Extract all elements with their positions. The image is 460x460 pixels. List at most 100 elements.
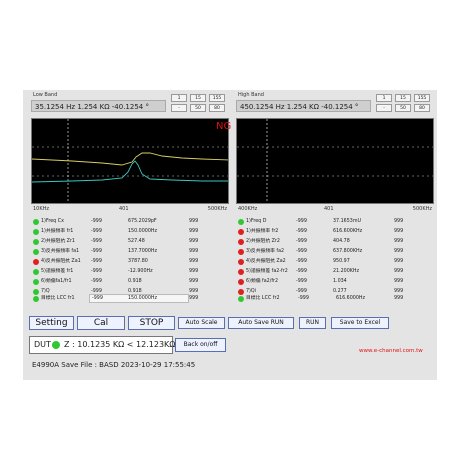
dut-value: Z : 10.1235 KΩ < 12.123KΩ <box>64 340 176 349</box>
param-row: 2)共振阻抗 Zr1 -999 527.48 999 <box>31 237 229 247</box>
judge-min: -999 <box>298 296 309 301</box>
scale-button[interactable]: 15 <box>190 94 206 102</box>
param-name: 2)共振阻抗 Zr2 <box>246 239 280 244</box>
impedance-plot[interactable] <box>31 118 229 204</box>
scale-button[interactable]: 80 <box>414 104 430 112</box>
judge-values: -999 150.0000Hz <box>89 294 189 303</box>
param-name: 2)共振阻抗 Zr1 <box>41 239 75 244</box>
status-dot <box>33 259 39 265</box>
axis-min-label: 10KHz <box>33 206 50 212</box>
scale-button[interactable]: 15 <box>395 94 411 102</box>
x-axis: 10KHz 401 500KHz <box>31 205 229 213</box>
status-dot <box>33 219 39 225</box>
param-name: 1)共振頻率 fr2 <box>246 229 279 234</box>
status-dot <box>33 269 39 275</box>
param-min: -999 <box>91 269 102 274</box>
scale-button[interactable]: 80 <box>209 104 225 112</box>
judge-min: -999 <box>92 296 103 301</box>
param-max: 999 <box>394 259 404 264</box>
param-value: 21.200KHz <box>333 269 360 274</box>
param-row: 4)反共振阻抗 Za1 -999 3787.80 999 <box>31 257 229 267</box>
param-name: 5)諧振頻差 fa2-fr2 <box>246 269 288 274</box>
param-min: -999 <box>296 229 307 234</box>
back-onoff-button[interactable]: Back on/off <box>175 338 226 352</box>
stop-button[interactable]: STOP <box>128 316 175 330</box>
param-name: 6)頻偏 fa2/fr2 <box>246 279 279 284</box>
param-row: 6)頻偏fa1/fr1 -999 0.918 999 <box>31 277 229 287</box>
setting-button[interactable]: Setting <box>29 316 74 330</box>
auto-scale-button[interactable]: Auto Scale <box>178 317 225 329</box>
param-row: 1)Freq D -999 37.1653mU 999 <box>236 217 434 227</box>
param-max: 999 <box>394 249 404 254</box>
param-row: 1)共振頻率 fr2 -999 616.600KHz 999 <box>236 227 434 237</box>
scale-button[interactable]: - <box>171 104 187 112</box>
scale-button[interactable]: 50 <box>190 104 206 112</box>
param-value: 37.1653mU <box>333 219 362 224</box>
judge-label: 目標比 LCC fr2 <box>246 296 280 301</box>
param-min: -999 <box>296 219 307 224</box>
judge-row: 目標比 LCC fr1 -999 150.0000Hz 999 <box>31 294 229 304</box>
axis-mid-label: 401 <box>119 206 129 212</box>
param-value: 527.48 <box>128 239 145 244</box>
scale-buttons: 1 15 155 - 50 80 <box>171 94 227 114</box>
param-name: 3)反共振頻率 fa2 <box>246 249 285 254</box>
param-value: 404.78 <box>333 239 350 244</box>
param-min: -999 <box>296 269 307 274</box>
dut-status-dot <box>52 341 60 349</box>
dut-result: DUT Z : 10.1235 KΩ < 12.123KΩ <box>29 336 176 354</box>
param-value: 1.034 <box>333 279 347 284</box>
param-max: 999 <box>394 219 404 224</box>
param-value: 0.918 <box>128 279 142 284</box>
x-axis: 400KHz 401 500KHz <box>236 205 434 213</box>
status-dot <box>33 239 39 245</box>
param-max: 999 <box>394 269 404 274</box>
scale-button[interactable]: 1 <box>376 94 392 102</box>
status-dot <box>33 229 39 235</box>
param-name: 1)共振頻率 fr1 <box>41 229 74 234</box>
scale-button[interactable]: 50 <box>395 104 411 112</box>
ng-indicator: NG <box>216 121 232 132</box>
judge-max: 999 <box>394 296 404 301</box>
param-min: -999 <box>296 279 307 284</box>
scale-button[interactable]: 155 <box>209 94 225 102</box>
scale-button[interactable]: 1 <box>171 94 187 102</box>
param-row: 1)共振頻率 fr1 -999 150.0000Hz 999 <box>31 227 229 237</box>
param-name: 6)頻偏fa1/fr1 <box>41 279 72 284</box>
param-name: 1)Freq D <box>246 219 267 224</box>
param-max: 999 <box>189 229 199 234</box>
judge-label: 目標比 LCC fr1 <box>41 296 75 301</box>
impedance-plot[interactable] <box>236 118 434 204</box>
scale-button[interactable]: 155 <box>414 94 430 102</box>
dut-label: DUT <box>34 340 51 349</box>
param-value: 3787.80 <box>128 259 148 264</box>
scale-button[interactable]: - <box>376 104 392 112</box>
run-button[interactable]: RUN <box>299 317 326 329</box>
auto-save-run-button[interactable]: Auto Save RUN <box>228 317 294 329</box>
scale-buttons: 1 15 155 - 50 80 <box>376 94 432 114</box>
param-value: 675.2029pF <box>128 219 157 224</box>
param-max: 999 <box>189 239 199 244</box>
save-to-excel-button[interactable]: Save to Excel <box>331 317 389 329</box>
status-dot <box>238 279 244 285</box>
status-dot <box>238 259 244 265</box>
param-min: -999 <box>91 239 102 244</box>
param-value: 616.600KHz <box>333 229 363 234</box>
param-row: 3)反共振頻率 fa1 -999 137.7000Hz 999 <box>31 247 229 257</box>
param-row: 2)共振阻抗 Zr2 -999 404.78 999 <box>236 237 434 247</box>
param-max: 999 <box>394 279 404 284</box>
parameter-list: 1)Freq D -999 37.1653mU 999 1)共振頻率 fr2 -999 6… <box>236 217 434 297</box>
param-value: 150.0000Hz <box>128 229 158 234</box>
param-max: 999 <box>394 239 404 244</box>
marker-readout: 35.1254 Hz 1.254 KΩ -40.1254 ° <box>31 100 166 112</box>
axis-min-label: 400KHz <box>238 206 258 212</box>
status-dot <box>33 296 39 302</box>
param-name: 4)反共振阻抗 Za2 <box>246 259 286 264</box>
param-max: 999 <box>189 249 199 254</box>
param-row: 1)Freq Cx -999 675.2029pF 999 <box>31 217 229 227</box>
status-dot <box>238 219 244 225</box>
status-dot <box>238 239 244 245</box>
cal-button[interactable]: Cal <box>77 316 125 330</box>
param-row: 6)頻偏 fa2/fr2 -999 1.034 999 <box>236 277 434 287</box>
param-min: -999 <box>91 249 102 254</box>
status-dot <box>238 229 244 235</box>
